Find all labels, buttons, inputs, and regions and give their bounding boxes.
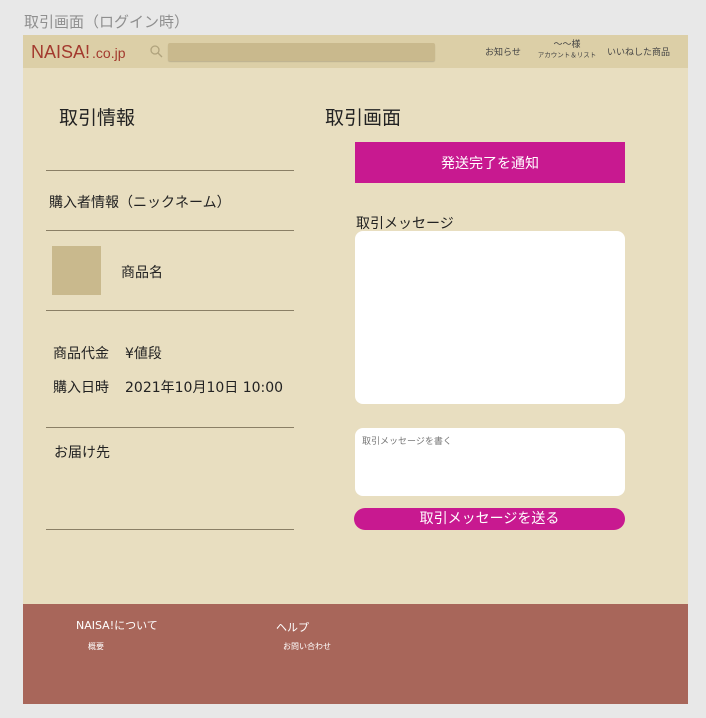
divider xyxy=(46,427,294,428)
message-section-title: 取引メッセージ xyxy=(356,216,454,232)
logo-text: NAISA! xyxy=(31,42,91,62)
product-thumbnail[interactable] xyxy=(52,246,101,295)
shipping-address-label: お届け先 xyxy=(54,445,110,461)
header-bar: NAISA! .co.jp お知らせ 〜〜様 アカウント＆リスト いいねした商品 xyxy=(23,35,688,68)
footer-overview-link[interactable]: 概要 xyxy=(88,641,104,652)
purchase-date-value: 2021年10月10日 10:00 xyxy=(125,380,284,396)
footer-about-link[interactable]: NAISA!について xyxy=(76,617,158,633)
divider xyxy=(46,170,294,171)
transaction-info-heading: 取引情報 xyxy=(59,107,136,129)
price-label: 商品代金 xyxy=(53,346,109,362)
nav-user-name: 〜〜様 xyxy=(553,40,581,50)
price-value: ¥値段 xyxy=(125,346,162,362)
search-icon[interactable] xyxy=(149,44,163,58)
footer: NAISA!について 概要 ヘルプ お問い合わせ xyxy=(23,604,688,704)
divider xyxy=(46,310,294,311)
site-logo[interactable]: NAISA! .co.jp xyxy=(31,42,126,63)
footer-contact-link[interactable]: お問い合わせ xyxy=(283,641,331,652)
product-name[interactable]: 商品名 xyxy=(121,262,163,282)
nav-liked-items-link[interactable]: いいねした商品 xyxy=(607,45,670,58)
purchase-date-label: 購入日時 xyxy=(53,380,109,396)
page-caption: 取引画面（ログイン時） xyxy=(24,13,190,31)
nav-news-link[interactable]: お知らせ xyxy=(485,45,521,58)
transaction-screen-heading: 取引画面 xyxy=(325,107,402,129)
logo-domain: .co.jp xyxy=(92,45,126,61)
buyer-info: 購入者情報（ニックネーム） xyxy=(49,195,231,211)
divider xyxy=(46,529,294,530)
message-input[interactable] xyxy=(355,428,625,496)
search-input[interactable] xyxy=(168,43,435,61)
nav-account-sub: アカウント＆リスト xyxy=(537,51,597,59)
send-message-button[interactable]: 取引メッセージを送る xyxy=(354,508,625,530)
footer-help-link[interactable]: ヘルプ xyxy=(276,619,309,635)
divider xyxy=(46,230,294,231)
notify-shipped-button[interactable]: 発送完了を通知 xyxy=(355,142,625,183)
message-history-box xyxy=(355,231,625,404)
nav-account-link[interactable]: 〜〜様 アカウント＆リスト xyxy=(533,40,601,60)
page-frame: NAISA! .co.jp お知らせ 〜〜様 アカウント＆リスト いいねした商品 … xyxy=(23,35,688,704)
